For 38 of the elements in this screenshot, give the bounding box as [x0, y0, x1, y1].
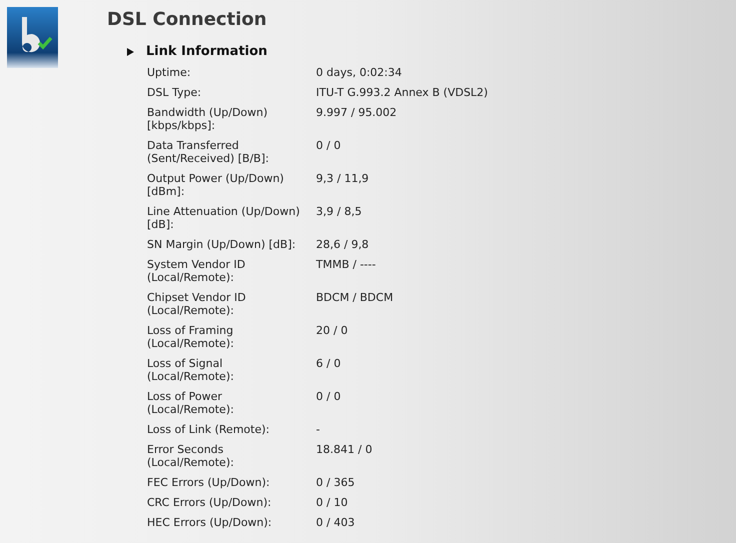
field-label: Loss of Link (Remote): [147, 422, 270, 438]
field-value: 3,9 / 8,5 [316, 204, 363, 220]
field-label: Data Transferred (Sent/Received) [B/B]: [147, 138, 270, 167]
field-value: 0 / 403 [316, 515, 356, 531]
field-value: 28,6 / 9,8 [316, 237, 370, 253]
field-label: Uptime: [147, 65, 192, 81]
section-title: Link Information [146, 44, 268, 59]
field-label: System Vendor ID (Local/Remote): [147, 257, 246, 286]
expand-arrow-icon[interactable] [127, 48, 134, 56]
field-value: 9.997 / 95.002 [316, 105, 398, 121]
field-value: ITU-T G.993.2 Annex B (VDSL2) [316, 85, 488, 101]
field-label: Bandwidth (Up/Down) [kbps/kbps]: [147, 105, 269, 134]
field-value: BDCM / BDCM [316, 290, 394, 306]
field-label: DSL Type: [147, 85, 202, 101]
logo-icon [7, 7, 58, 68]
field-label: Output Power (Up/Down) [dBm]: [147, 171, 285, 200]
field-label: FEC Errors (Up/Down): [147, 475, 271, 491]
field-value: TMMB / ---- [316, 257, 377, 273]
field-value: 0 / 365 [316, 475, 356, 491]
field-label: Line Attenuation (Up/Down) [dB]: [147, 204, 301, 233]
field-label: Error Seconds (Local/Remote): [147, 442, 235, 471]
field-label: Loss of Framing (Local/Remote): [147, 323, 235, 352]
field-value: 9,3 / 11,9 [316, 171, 370, 187]
field-label: Loss of Signal (Local/Remote): [147, 356, 235, 385]
field-value: 0 / 0 [316, 138, 342, 154]
field-value: 18.841 / 0 [316, 442, 374, 458]
field-label: CRC Errors (Up/Down): [147, 495, 272, 511]
field-label: Loss of Power (Local/Remote): [147, 389, 235, 418]
field-label: Chipset Vendor ID (Local/Remote): [147, 290, 247, 319]
page-title: DSL Connection [107, 9, 268, 30]
field-value: 20 / 0 [316, 323, 349, 339]
field-value: 0 days, 0:02:34 [316, 65, 403, 81]
field-value: 0 / 10 [316, 495, 349, 511]
field-value: 6 / 0 [316, 356, 342, 372]
field-value: - [316, 422, 321, 438]
field-label: HEC Errors (Up/Down): [147, 515, 273, 531]
field-label: SN Margin (Up/Down) [dB]: [147, 237, 297, 253]
field-value: 0 / 0 [316, 389, 342, 405]
